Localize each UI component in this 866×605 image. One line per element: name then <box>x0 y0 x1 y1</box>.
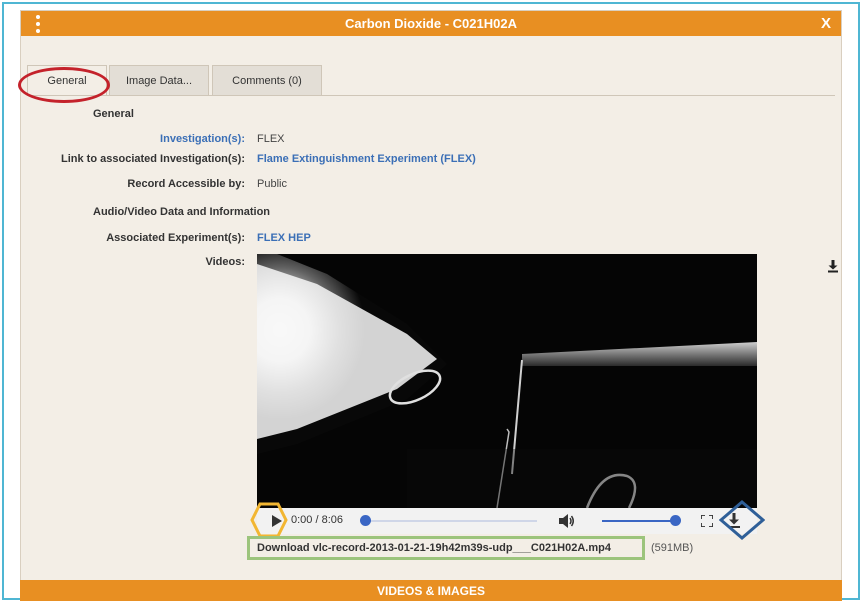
volume-icon[interactable] <box>559 514 575 528</box>
volume-handle[interactable] <box>670 515 681 526</box>
experiments-value[interactable]: FLEX HEP <box>257 232 311 244</box>
general-section-title: General <box>93 108 134 120</box>
investigations-label: Investigation(s): <box>160 133 245 145</box>
dialog-title: Carbon Dioxide - C021H02A <box>345 16 517 31</box>
av-section-title: Audio/Video Data and Information <box>93 206 271 218</box>
video-still <box>257 254 757 508</box>
tab-divider <box>27 95 835 96</box>
general-tab-highlight <box>18 67 110 103</box>
close-icon[interactable]: X <box>821 15 831 32</box>
volume-track[interactable] <box>602 520 674 522</box>
link-investigation-value[interactable]: Flame Extinguishment Experiment (FLEX) <box>257 153 476 165</box>
videos-images-bar[interactable]: VIDEOS & IMAGES <box>20 580 842 601</box>
access-label: Record Accessible by: <box>127 178 245 190</box>
fullscreen-icon[interactable] <box>701 515 713 527</box>
download-link[interactable]: Download vlc-record-2013-01-21-19h42m39s… <box>247 536 645 560</box>
play-button-highlight <box>250 502 288 538</box>
download-icon[interactable] <box>827 259 839 273</box>
investigations-value: FLEX <box>257 133 285 145</box>
tab-image-data[interactable]: Image Data... <box>109 65 209 95</box>
tab-comments[interactable]: Comments (0) <box>212 65 322 95</box>
progress-track[interactable] <box>365 520 537 522</box>
videos-label: Videos: <box>205 256 245 268</box>
access-value: Public <box>257 178 287 190</box>
record-dialog: Carbon Dioxide - C021H02A X General Imag… <box>18 10 842 588</box>
progress-handle[interactable] <box>360 515 371 526</box>
download-button-highlight <box>719 500 765 540</box>
video-frame[interactable] <box>257 254 757 508</box>
file-size: (591MB) <box>651 542 694 554</box>
dialog-titlebar: Carbon Dioxide - C021H02A X <box>21 11 841 36</box>
video-controls: 0:00 / 8:06 <box>257 508 757 534</box>
time-display: 0:00 / 8:06 <box>291 514 343 526</box>
link-investigation-label: Link to associated Investigation(s): <box>61 153 245 165</box>
experiments-label: Associated Experiment(s): <box>106 232 245 244</box>
